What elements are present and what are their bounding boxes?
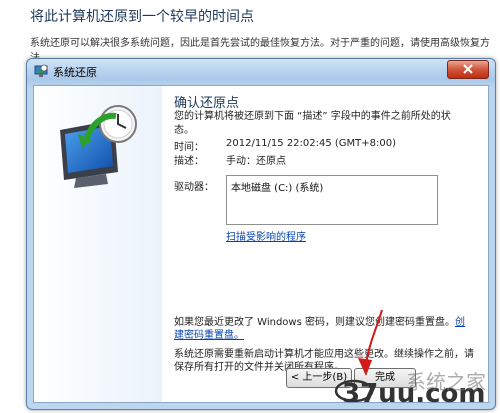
drives-label: 驱动器： — [174, 182, 214, 193]
drives-list[interactable]: 本地磁盘 (C:) (系统) — [226, 175, 438, 225]
restore-monitor-icon — [60, 105, 137, 188]
description-value: 手动：还原点 — [226, 156, 286, 167]
close-icon — [463, 64, 473, 74]
password-note: 如果您最近更改了 Windows 密码，则建议您创建密码重置盘。创建密码重置盘。 — [174, 316, 474, 342]
close-button[interactable] — [447, 60, 489, 79]
confirm-heading: 确认还原点 — [174, 96, 240, 111]
system-restore-dialog: 系统还原 确认还原点 您的计算机将被还原到下面 “描述” 字段中的事件之前所处的… — [26, 58, 496, 410]
system-restore-icon — [34, 64, 48, 77]
scan-affected-programs-link[interactable]: 扫描受影响的程序 — [226, 228, 306, 243]
list-item[interactable]: 本地磁盘 (C:) (系统) — [231, 179, 323, 194]
description-label: 描述： — [174, 156, 204, 167]
time-label: 时间： — [174, 142, 204, 153]
watermark-logo-icon: 37uu.com 系统之家 — [334, 370, 486, 409]
content-panel: 确认还原点 您的计算机将被还原到下面 “描述” 字段中的事件之前所处的状态。 时… — [168, 86, 488, 402]
dialog-title: 系统还原 — [53, 66, 97, 79]
page-heading: 将此计算机还原到一个较早的时间点 — [30, 9, 254, 25]
password-note-text: 如果您最近更改了 Windows 密码，则建议您创建密码重置盘。 — [174, 317, 455, 328]
time-value: 2012/11/15 22:02:45 (GMT+8:00) — [226, 138, 397, 149]
dialog-titlebar[interactable]: 系统还原 — [27, 59, 495, 83]
intro-text: 您的计算机将被还原到下面 “描述” 字段中的事件之前所处的状态。 — [174, 111, 451, 136]
svg-text:系统之家: 系统之家 — [406, 370, 486, 394]
watermark: 37uu.com 系统之家 — [334, 369, 496, 409]
dialog-client: 确认还原点 您的计算机将被还原到下面 “描述” 字段中的事件之前所处的状态。 时… — [33, 85, 489, 403]
sidebar-panel — [34, 86, 162, 402]
